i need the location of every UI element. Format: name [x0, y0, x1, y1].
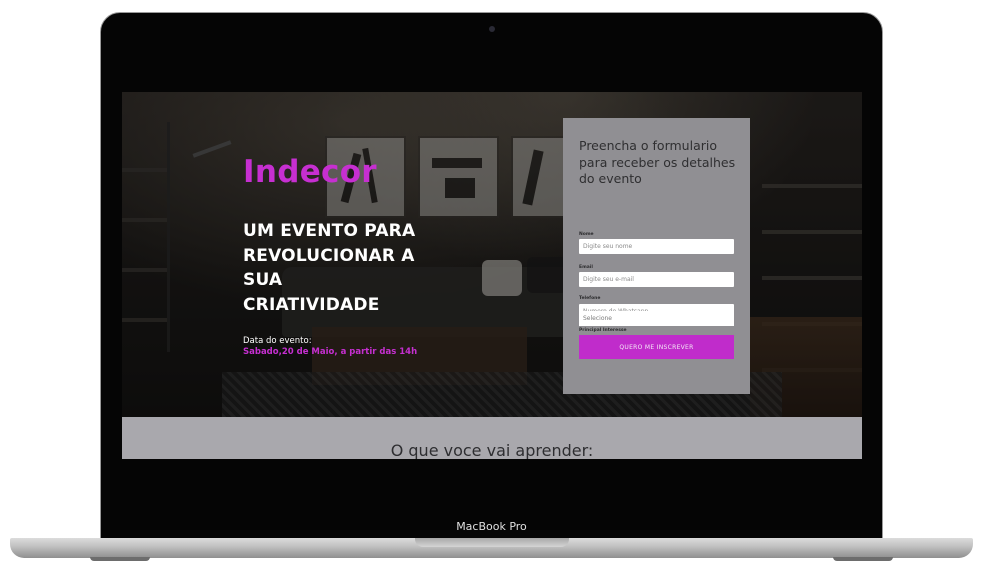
hero-overlay	[122, 92, 862, 417]
phone-field-label: Telefone	[579, 296, 601, 301]
webcam-icon	[489, 26, 495, 32]
device-label: MacBook Pro	[456, 520, 527, 533]
laptop-notch	[415, 538, 569, 547]
email-input[interactable]	[579, 272, 734, 287]
learn-section: O que voce vai aprender:	[122, 417, 862, 459]
name-field-label: Nome	[579, 232, 594, 237]
hero-section: Indecor UM EVENTO PARA REVOLUCIONAR A SU…	[122, 92, 862, 417]
signup-form: Preencha o formulario para receber os de…	[563, 118, 750, 394]
laptop-foot	[90, 557, 150, 561]
section-title: O que voce vai aprender:	[390, 441, 594, 459]
laptop-foot	[833, 557, 893, 561]
event-date-value: Sabado,20 de Maio, a partir das 14h	[243, 347, 418, 357]
laptop-mockup: Indecor UM EVENTO PARA REVOLUCIONAR A SU…	[0, 0, 983, 573]
interest-select[interactable]: Selecione	[579, 311, 734, 326]
brand-logo: Indecor	[243, 154, 377, 190]
headline-line: SUA	[243, 270, 283, 290]
name-input[interactable]	[579, 239, 734, 254]
headline-line: UM EVENTO PARA	[243, 221, 416, 241]
interest-field-label: Principal Interesse	[579, 328, 627, 333]
form-title: Preencha o formulario para receber os de…	[579, 138, 736, 186]
event-date-label: Data do evento:	[243, 336, 312, 346]
headline-line: REVOLUCIONAR A	[243, 245, 415, 266]
hero-headline: UM EVENTO PARA REVOLUCIONAR A SUA CRIATI…	[243, 219, 463, 317]
interest-select-value: Selecione	[583, 315, 612, 322]
landing-page: Indecor UM EVENTO PARA REVOLUCIONAR A SU…	[122, 92, 862, 459]
email-field-label: Email	[579, 265, 593, 270]
submit-button[interactable]: QUERO ME INSCREVER	[579, 335, 734, 359]
headline-line: CRIATIVIDADE	[243, 294, 380, 315]
